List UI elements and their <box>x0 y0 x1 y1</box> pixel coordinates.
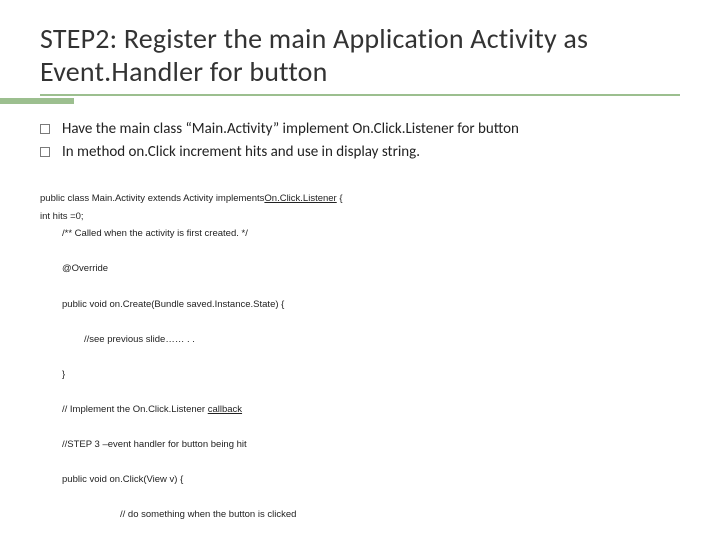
code-line: } <box>40 366 680 384</box>
bullet-text: Have the main class “Main.Activity” impl… <box>62 118 519 141</box>
code-line: int hits =0; <box>40 211 84 222</box>
code-text: { <box>337 193 343 204</box>
code-line: public void on.Create(Bundle saved.Insta… <box>40 296 680 314</box>
code-text: public class Main.Activity extends Activ… <box>40 193 264 204</box>
slide: STEP2: Register the main Application Act… <box>0 0 720 540</box>
code-line: //STEP 3 –event handler for button being… <box>40 436 680 454</box>
code-line: /** Called when the activity is first cr… <box>40 225 680 243</box>
code-line: // do something when the button is click… <box>40 506 680 524</box>
square-bullet-icon <box>40 124 50 134</box>
list-item: Have the main class “Main.Activity” impl… <box>40 118 680 141</box>
square-bullet-icon <box>40 147 50 157</box>
bullet-text: In method on.Click increment hits and us… <box>62 141 420 164</box>
slide-title: STEP2: Register the main Application Act… <box>40 22 680 88</box>
title-underline <box>40 94 680 104</box>
code-block: public class Main.Activity extends Activ… <box>40 173 680 540</box>
bullet-list: Have the main class “Main.Activity” impl… <box>40 118 680 165</box>
underline-accent <box>0 98 74 104</box>
code-line: public void on.Click(View v) { <box>40 471 680 489</box>
code-line: //see previous slide…… . . <box>40 331 680 349</box>
code-line: // Implement the On.Click.Listener callb… <box>40 401 680 419</box>
code-underline: callback <box>208 404 242 415</box>
underline-thin <box>40 94 680 96</box>
code-underline: On.Click.Listener <box>264 193 336 204</box>
code-line: @Override <box>40 260 680 278</box>
code-line: public class Main.Activity extends Activ… <box>40 193 343 204</box>
list-item: In method on.Click increment hits and us… <box>40 141 680 164</box>
code-text: // Implement the On.Click.Listener <box>62 404 208 415</box>
